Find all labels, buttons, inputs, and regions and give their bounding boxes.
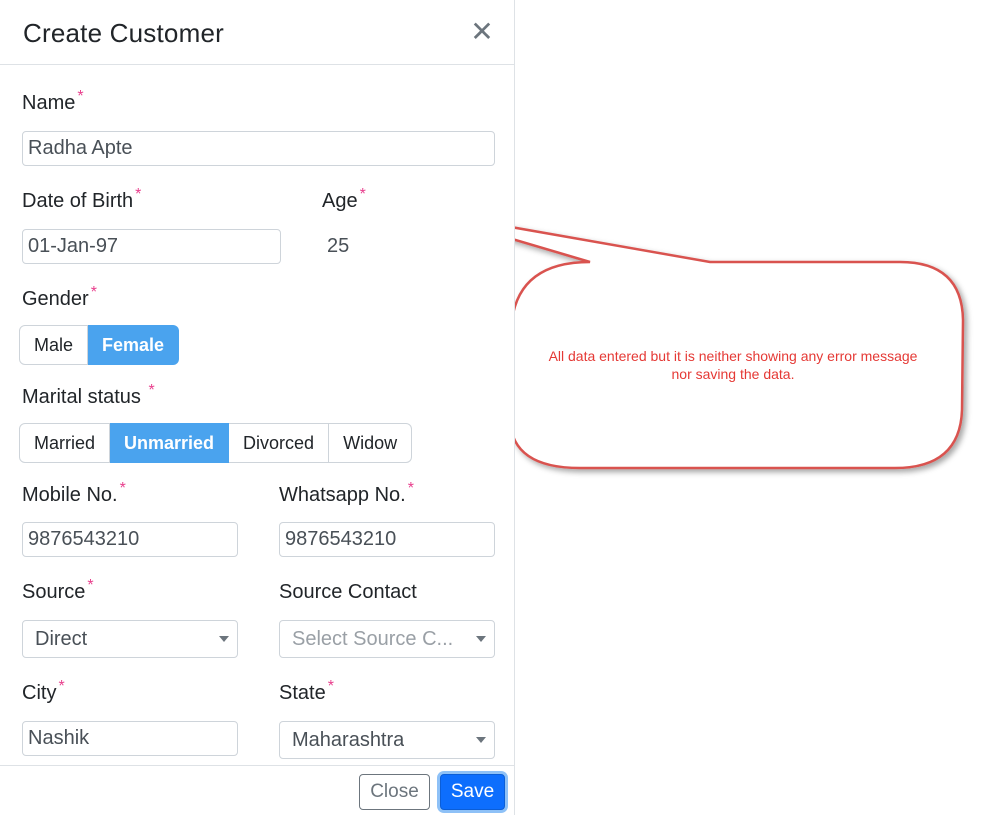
marital-divorced-button[interactable]: Divorced bbox=[229, 423, 330, 463]
dob-label: Date of Birth * bbox=[22, 186, 142, 212]
chevron-down-icon bbox=[476, 737, 486, 743]
source-selected-value: Direct bbox=[35, 628, 88, 650]
modal-footer: Close Save bbox=[0, 765, 514, 815]
close-icon[interactable]: ✕ bbox=[470, 18, 494, 46]
name-label: Name * bbox=[22, 88, 84, 114]
source-select[interactable]: Direct bbox=[22, 620, 238, 658]
marital-widow-button[interactable]: Widow bbox=[329, 423, 413, 463]
source-label: Source * bbox=[22, 577, 94, 603]
age-label: Age * bbox=[322, 186, 366, 212]
source-contact-select[interactable]: Select Source C... bbox=[279, 620, 495, 658]
close-button[interactable]: Close bbox=[359, 774, 430, 810]
gender-label: Gender * bbox=[22, 284, 97, 310]
marital-married-button[interactable]: Married bbox=[19, 423, 111, 463]
modal-title: Create Customer bbox=[23, 18, 224, 48]
gender-button-group: Male Female bbox=[19, 325, 180, 365]
city-input[interactable]: Nashik bbox=[22, 721, 238, 756]
annotation-text: All data entered but it is neither showi… bbox=[548, 348, 918, 382]
marital-status-button-group: Married Unmarried Divorced Widow bbox=[19, 423, 413, 463]
whatsapp-label: Whatsapp No. * bbox=[279, 480, 414, 506]
save-button[interactable]: Save bbox=[440, 774, 505, 810]
marital-status-label: Marital status * bbox=[22, 382, 155, 408]
gender-male-button[interactable]: Male bbox=[19, 325, 89, 365]
mobile-input[interactable]: 9876543210 bbox=[22, 522, 238, 557]
age-value: 25 bbox=[327, 235, 350, 257]
source-contact-placeholder: Select Source C... bbox=[292, 628, 454, 650]
state-select[interactable]: Maharashtra bbox=[279, 721, 495, 759]
create-customer-modal: Create Customer ✕ Name * Radha Apte Date … bbox=[0, 0, 515, 815]
gender-female-button[interactable]: Female bbox=[88, 325, 180, 365]
whatsapp-input[interactable]: 9876543210 bbox=[279, 522, 495, 557]
state-label: State * bbox=[279, 678, 334, 704]
city-label: City * bbox=[22, 678, 65, 704]
chevron-down-icon bbox=[219, 636, 229, 642]
chevron-down-icon bbox=[476, 636, 486, 642]
dob-input[interactable]: 01-Jan-97 bbox=[22, 229, 281, 264]
state-selected-value: Maharashtra bbox=[292, 729, 405, 751]
mobile-label: Mobile No. * bbox=[22, 480, 126, 506]
name-input[interactable]: Radha Apte bbox=[22, 131, 495, 166]
source-contact-label: Source Contact bbox=[279, 581, 417, 603]
modal-header: Create Customer ✕ bbox=[0, 0, 514, 65]
marital-unmarried-button[interactable]: Unmarried bbox=[110, 423, 230, 463]
